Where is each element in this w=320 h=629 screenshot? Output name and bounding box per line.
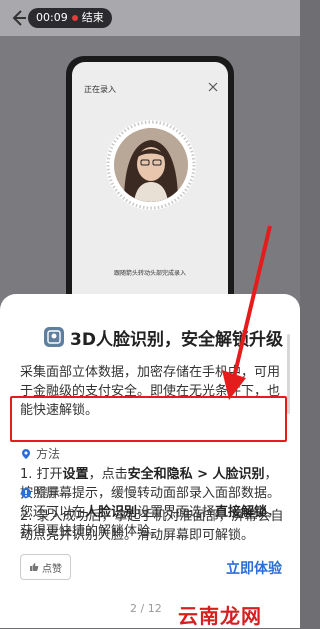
top-bar: 00:09 结束 [0, 0, 300, 36]
recording-dot-icon [71, 15, 78, 21]
face-unlock-icon [44, 327, 64, 347]
location-pin-icon [22, 448, 30, 459]
lightbulb-icon [21, 487, 31, 498]
back-arrow-icon[interactable] [8, 8, 28, 28]
method-label: 方法 [36, 447, 61, 461]
close-icon [208, 82, 218, 92]
card-title: 3D人脸识别，安全解锁升级 [70, 330, 283, 350]
annotation-highlight-box [10, 396, 287, 442]
page-indicator: 2 / 12 [130, 602, 162, 615]
tip-label: 提示 [36, 486, 61, 500]
try-now-button[interactable]: 立即体验 [226, 558, 282, 578]
face-photo [114, 128, 188, 202]
screen-recording-pill[interactable]: 00:09 结束 [28, 8, 112, 28]
method-section-label: 方法 [20, 445, 60, 462]
phone-screen-title: 正在录入 [84, 85, 116, 94]
scrollbar[interactable] [287, 334, 290, 414]
like-button[interactable]: 点赞 [20, 554, 71, 580]
watermark-logo: 云南龙网 [178, 604, 262, 628]
like-label: 点赞 [42, 563, 62, 575]
tip-section-label: 提示 [20, 484, 60, 501]
recording-time: 00:09 [36, 11, 68, 24]
feature-card: 3D人脸识别，安全解锁升级 采集面部立体数据，加密存储在手机中，可用于金融级的支… [0, 294, 300, 628]
thumbs-up-icon [30, 563, 39, 571]
tip-text: 您还可以在人脸识别设置界面选择直接解锁，获得更快捷的解锁体验。 [20, 505, 281, 539]
phone-hint-text: 跟随箭头转动头部完成录入 [113, 270, 186, 277]
recording-end-label: 结束 [81, 11, 104, 24]
